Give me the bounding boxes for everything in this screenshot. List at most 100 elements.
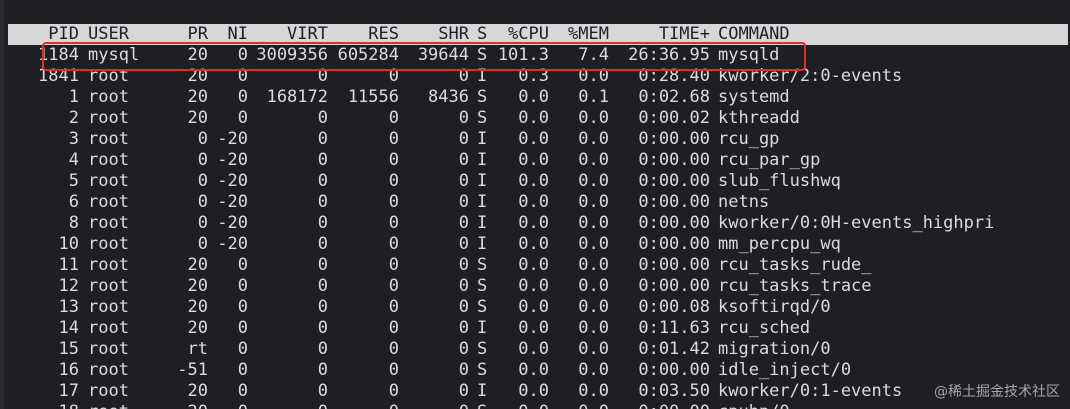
- process-state: I: [477, 234, 488, 254]
- process-shr: 0: [458, 234, 469, 254]
- process-user: root: [88, 192, 129, 212]
- process-user: root: [88, 402, 168, 409]
- process-cpu: 0.0: [518, 339, 549, 359]
- process-pid: 15: [58, 339, 79, 359]
- process-mem: 0.0: [578, 255, 609, 275]
- process-time: 0:00.08: [638, 297, 710, 317]
- process-cpu: 0.0: [518, 234, 549, 254]
- process-nice: -20: [217, 129, 248, 149]
- process-cpu: 0.0: [518, 129, 549, 149]
- process-res: 0: [388, 213, 399, 233]
- process-command: rcu_par_gp: [718, 150, 821, 170]
- terminal-window[interactable]: PID USER PR NI VIRT RES SHR S %CPU %MEM …: [0, 0, 1070, 409]
- process-mem: 0.0: [578, 234, 609, 254]
- process-virt: 0: [317, 339, 328, 359]
- process-priority: 20: [187, 87, 208, 107]
- process-time: 0:00.00: [638, 255, 710, 275]
- process-pid: 12: [58, 276, 79, 296]
- process-pid: 4: [68, 150, 79, 170]
- watermark-text: @稀土掘金技术社区: [934, 384, 1060, 400]
- process-mem: 0.0: [578, 339, 609, 359]
- process-res: 0: [388, 108, 399, 128]
- process-res: 0: [388, 318, 399, 338]
- process-nice: 0: [237, 108, 248, 128]
- process-res: 0: [388, 339, 399, 359]
- process-mem: 0.0: [578, 213, 609, 233]
- process-time: 0:00.02: [638, 108, 710, 128]
- process-nice: 0: [237, 297, 248, 317]
- process-shr: 0: [458, 192, 469, 212]
- process-pid: 2: [68, 108, 79, 128]
- process-nice: 0: [237, 318, 248, 338]
- process-virt: 0: [317, 150, 328, 170]
- process-mem: 0.1: [578, 87, 609, 107]
- process-cpu: 0.0: [518, 150, 549, 170]
- process-res: 0: [388, 171, 399, 191]
- process-time: 0:00.00: [638, 234, 710, 254]
- process-cpu: 0.0: [518, 192, 549, 212]
- process-shr: 0: [458, 129, 469, 149]
- process-nice: 0: [237, 381, 248, 401]
- process-pid: 5: [68, 171, 79, 191]
- process-virt: 0: [317, 255, 328, 275]
- process-time: 0:11.63: [638, 318, 710, 338]
- process-nice: 0: [212, 402, 248, 409]
- process-mem: 0.0: [578, 360, 609, 380]
- process-command: ksoftirqd/0: [718, 297, 831, 317]
- process-time: 0:03.50: [638, 381, 710, 401]
- process-priority: 20: [187, 297, 208, 317]
- process-virt: 0: [317, 108, 328, 128]
- process-nice: 0: [237, 87, 248, 107]
- process-virt: 0: [317, 297, 328, 317]
- process-priority: 20: [187, 381, 208, 401]
- process-res: 0: [388, 129, 399, 149]
- process-virt: 0: [254, 402, 328, 409]
- process-command: rcu_tasks_rude_: [718, 255, 872, 275]
- process-mem: 0.0: [578, 381, 609, 401]
- process-command: systemd: [718, 87, 790, 107]
- process-priority: 20: [187, 318, 208, 338]
- process-cpu: 0.0: [518, 360, 549, 380]
- process-pid: 3: [68, 129, 79, 149]
- process-cpu: 0.0: [518, 108, 549, 128]
- process-priority: 0: [197, 129, 208, 149]
- process-mem: 0.0: [578, 108, 609, 128]
- process-mem: 0.0: [578, 129, 609, 149]
- process-user: root: [88, 381, 129, 401]
- process-pid: 13: [58, 297, 79, 317]
- process-pid: 16: [58, 360, 79, 380]
- process-state: S: [477, 108, 488, 128]
- process-time: 0:00.00: [638, 150, 710, 170]
- process-virt: 0: [317, 318, 328, 338]
- process-state: S: [477, 297, 488, 317]
- process-mem: 0.0: [578, 276, 609, 296]
- process-shr: 0: [458, 381, 469, 401]
- process-user: root: [88, 108, 129, 128]
- process-state: S: [477, 276, 488, 296]
- process-res: 11556: [347, 87, 399, 107]
- process-cpu: 0.0: [518, 213, 549, 233]
- process-mem: 0.0: [578, 297, 609, 317]
- process-user: root: [88, 129, 129, 149]
- process-time: 0:00.00: [638, 192, 710, 212]
- process-pid: 6: [68, 192, 79, 212]
- process-priority: 20: [187, 108, 208, 128]
- process-user: root: [88, 87, 129, 107]
- process-mem: 0.0: [555, 402, 609, 409]
- process-nice: -20: [217, 234, 248, 254]
- process-time: 0:00.00: [638, 276, 710, 296]
- process-priority: 0: [197, 150, 208, 170]
- process-user: root: [88, 171, 129, 191]
- process-shr: 0: [458, 108, 469, 128]
- process-priority: 20: [187, 255, 208, 275]
- process-shr: 0: [458, 213, 469, 233]
- process-state: S: [477, 402, 489, 409]
- process-shr: 0: [458, 171, 469, 191]
- process-shr: 0: [458, 297, 469, 317]
- process-time: 0:01.42: [638, 339, 710, 359]
- process-command: rcu_gp: [718, 129, 780, 149]
- process-nice: 0: [237, 360, 248, 380]
- process-virt: 0: [317, 213, 328, 233]
- process-priority: 0: [197, 234, 208, 254]
- process-priority: 0: [197, 213, 208, 233]
